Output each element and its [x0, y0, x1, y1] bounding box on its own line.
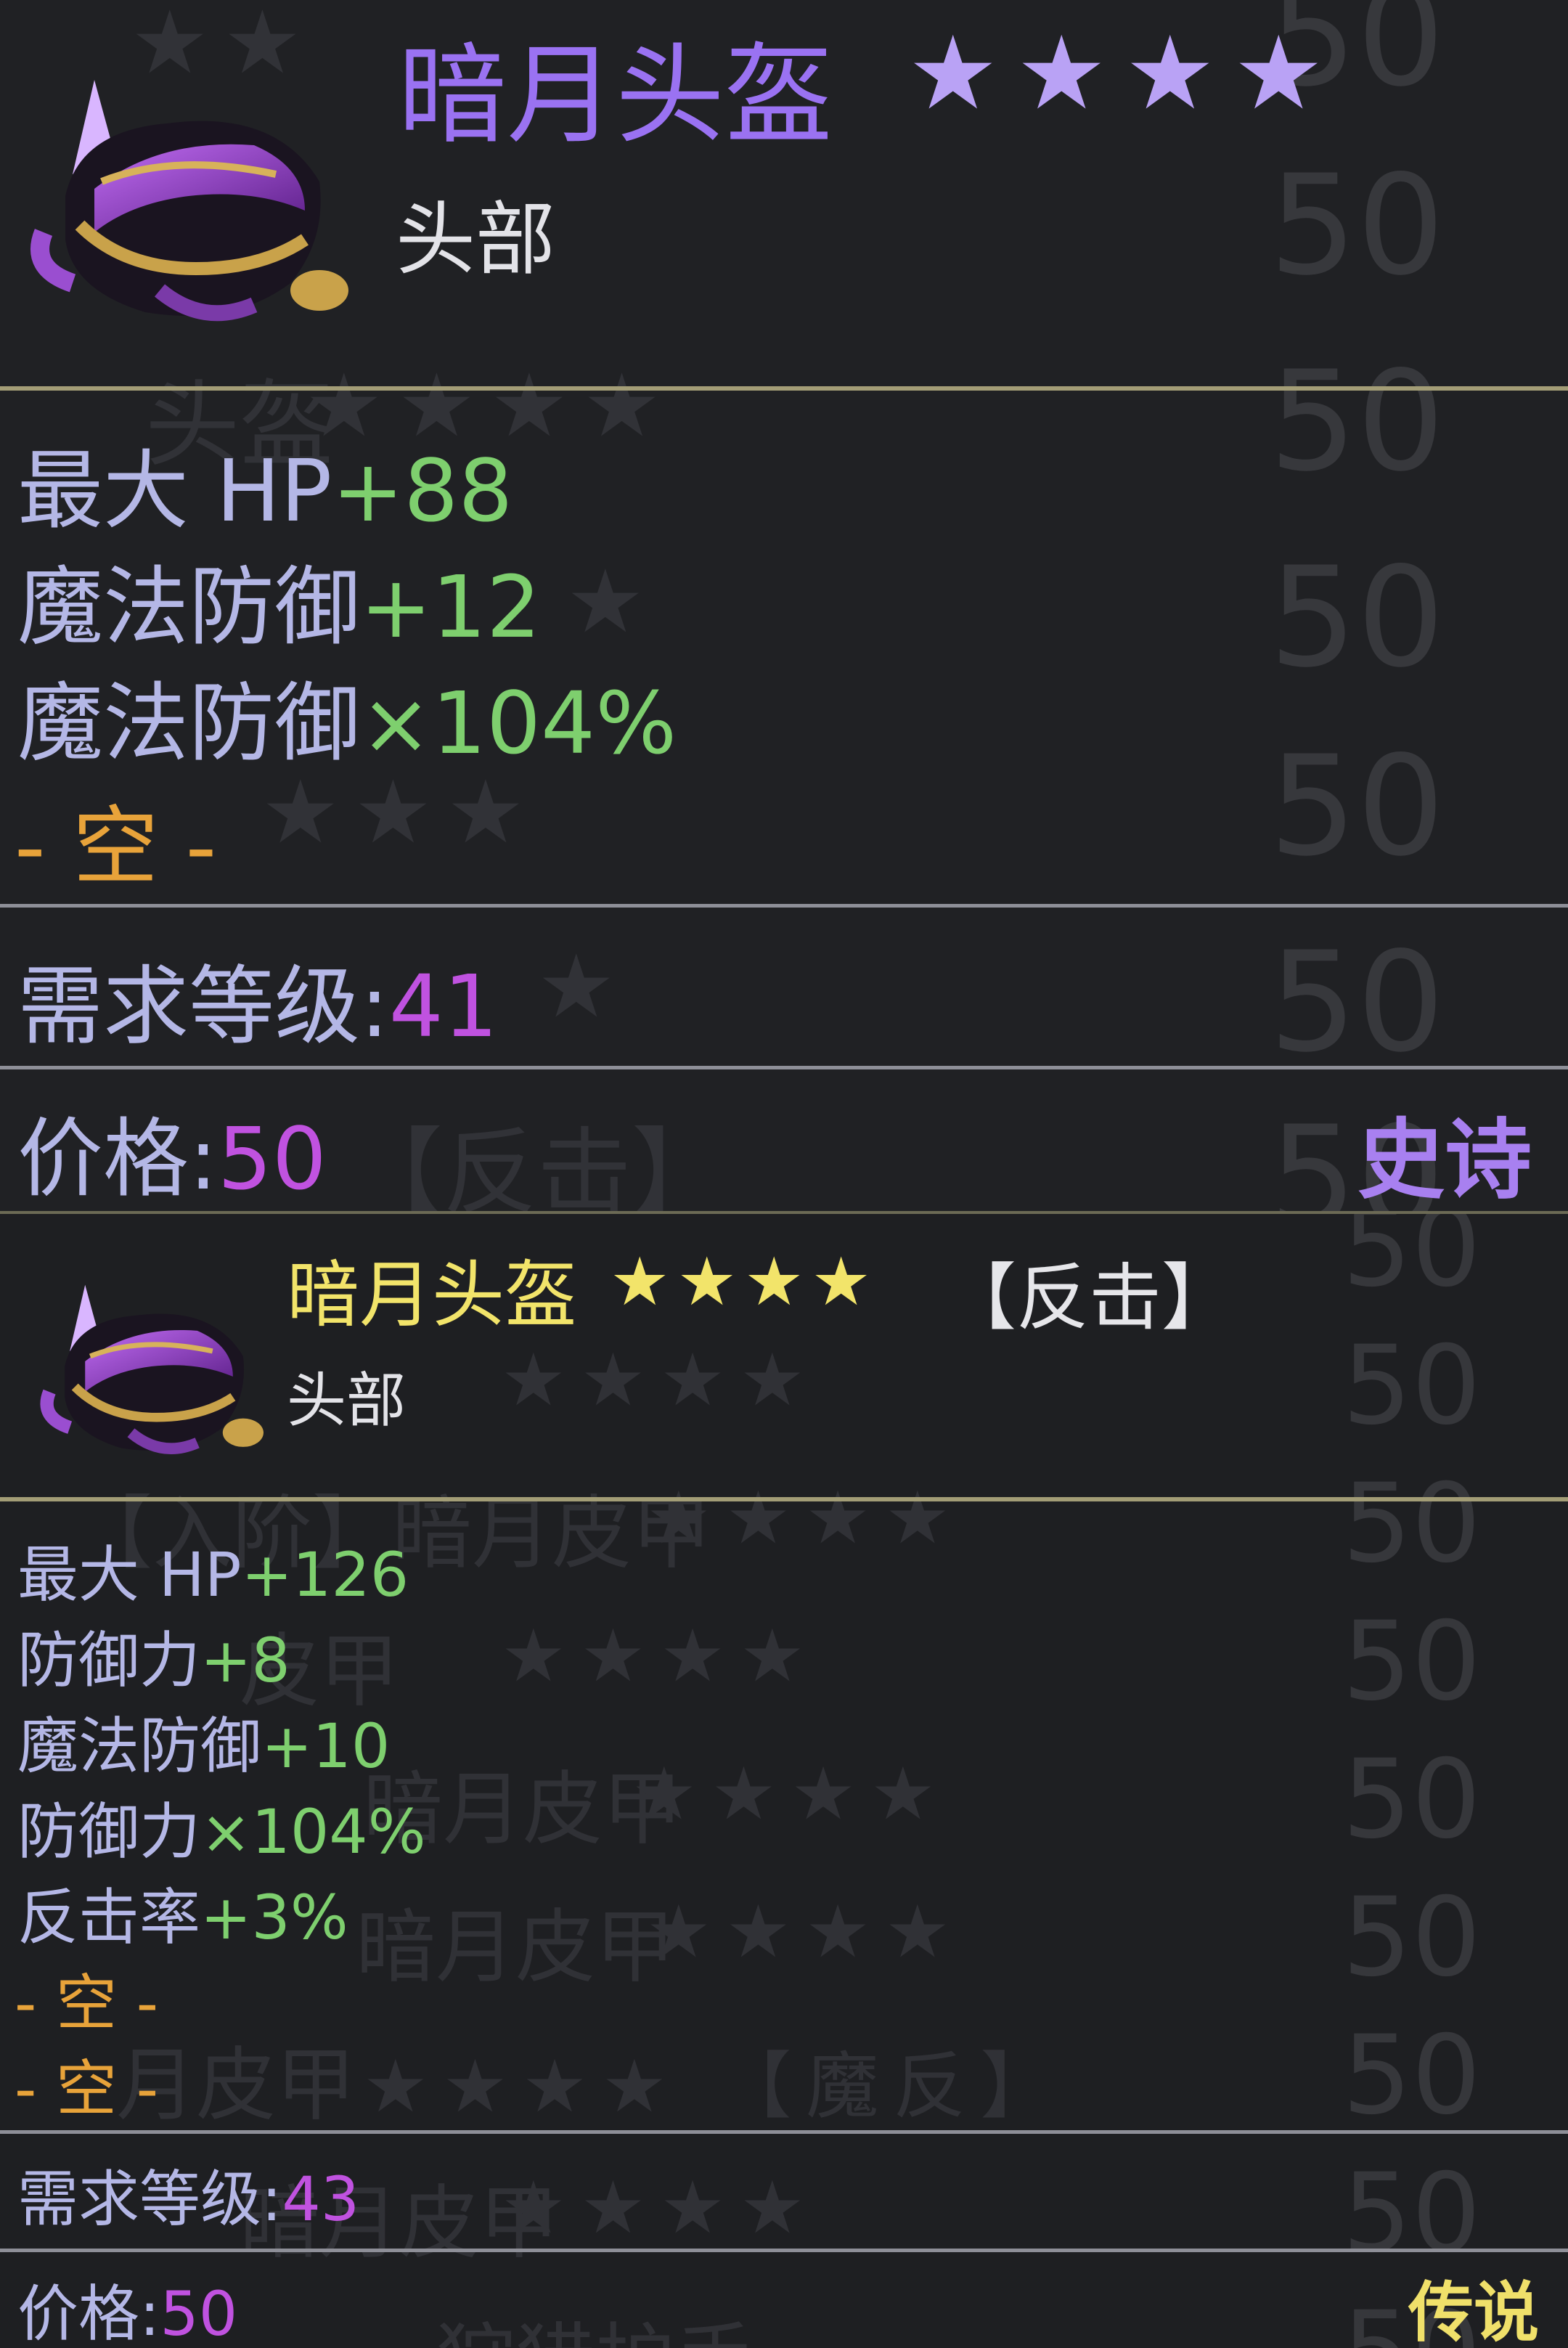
bg-list-price: 50: [1342, 2151, 1481, 2277]
price-value: 50: [217, 1109, 327, 1209]
bg-list-name: 狩猎护手: [436, 2296, 755, 2348]
stat-line: 最大 HP+88: [17, 421, 513, 545]
bg-list-stars: ★★★★: [646, 1889, 965, 1974]
stat-line: 反击率+3%: [17, 1869, 348, 1957]
item-tooltip-epic: ★★ 50 50 头盔 ★★★★ 50 ★ 50 50 ★★★ ★ 50 【反击…: [0, 0, 1568, 1211]
stat-value: +12: [360, 557, 542, 657]
bg-list-name: 暗月皮甲: [356, 1901, 675, 1994]
footer-divider: [0, 1066, 1568, 1069]
required-level-label: 需求等级:: [17, 956, 389, 1056]
bg-list-price: 50: [1269, 537, 1445, 698]
bg-list-price: 50: [1269, 145, 1445, 306]
helmet-icon: [15, 51, 356, 341]
bg-list-price: 50: [1342, 1737, 1481, 1863]
price-value: 50: [160, 2278, 238, 2348]
stat-label: 最大 HP: [17, 1539, 242, 1610]
stat-line: 防御力×104%: [17, 1783, 426, 1871]
stat-value: ×104%: [200, 1796, 426, 1867]
empty-socket: - 空 -: [15, 796, 217, 897]
stat-line: 最大 HP+126: [17, 1526, 409, 1614]
stat-value: +88: [332, 441, 513, 541]
star-rating: ★★★★: [907, 15, 1342, 133]
required-level-value: 43: [282, 2164, 360, 2235]
item-tooltip-legendary: 50 ★★★★ 50 【入阶】暗月皮甲 ★★★★ 50 皮甲 ★★★★ 50 暗…: [0, 1211, 1568, 2348]
stat-label: 魔法防御: [17, 1711, 262, 1782]
bg-list-price: 50: [1269, 922, 1445, 1083]
stats-divider: [0, 2130, 1568, 2134]
bg-list-price: 50: [1342, 1461, 1481, 1587]
bg-list-name: 【反击】: [348, 1117, 727, 1211]
bg-list-stars: ★★★★: [501, 1337, 820, 1422]
bg-list-price: 50: [1342, 1875, 1481, 2001]
bg-list-stars: ★★★★: [501, 1613, 820, 1698]
empty-socket: - 空 -: [15, 1968, 159, 2039]
bg-list-price: 50: [1342, 1599, 1481, 1725]
price-label: 价格:: [17, 1109, 218, 1209]
bg-list-stars: ★: [566, 552, 659, 653]
stat-line: 魔法防御×104%: [17, 653, 677, 778]
bg-list-price: 50: [1342, 1211, 1481, 1311]
stat-line: 魔法防御+10: [17, 1697, 390, 1785]
header-divider: [0, 1497, 1568, 1501]
rarity-label: 史诗: [1357, 1110, 1532, 1211]
stat-label: 反击率: [17, 1882, 201, 1953]
bg-list-stars: ★★★★: [632, 1751, 950, 1836]
stat-label: 防御力: [17, 1796, 201, 1867]
item-name: 暗月头盔: [398, 33, 834, 159]
bg-list-price: 50: [1342, 1323, 1481, 1449]
required-level: 需求等级:43: [17, 2151, 359, 2238]
price: 价格:50: [17, 2265, 237, 2348]
required-level-label: 需求等级:: [17, 2164, 282, 2235]
price: 价格:50: [17, 1089, 327, 1211]
item-tag: 【反击】: [944, 1255, 1234, 1340]
stat-value: +10: [261, 1711, 391, 1782]
bg-list-stars: ★★★★: [501, 2165, 820, 2250]
stat-label: 魔法防御: [17, 557, 361, 657]
bg-list-stars: ★: [537, 937, 630, 1038]
bg-list-row: 月皮甲 ★★★★ 【魔反】 50: [0, 2013, 1568, 2139]
stat-value: ×104%: [360, 673, 677, 773]
bg-list-price: 50: [1269, 341, 1445, 502]
item-slot-type: 头部: [396, 193, 555, 286]
rarity-label: 传说: [1408, 2275, 1539, 2348]
stat-line: 魔法防御+12: [17, 537, 541, 661]
stat-value: +8: [200, 1625, 290, 1696]
stat-label: 最大 HP: [17, 441, 332, 541]
item-name: 暗月头盔: [287, 1252, 577, 1337]
stat-value: +3%: [200, 1882, 348, 1953]
stat-label: 防御力: [17, 1625, 201, 1696]
required-level-value: 41: [388, 956, 498, 1056]
star-rating: ★★★★: [610, 1243, 878, 1321]
stat-label: 魔法防御: [17, 673, 361, 773]
bg-list-price: 50: [1342, 2013, 1481, 2139]
empty-socket: - 空 -: [15, 2053, 159, 2124]
bg-list-stars: ★★★★ 【魔反】: [363, 2044, 1068, 2129]
stat-line: 防御力+8: [17, 1612, 290, 1700]
header-divider: [0, 386, 1568, 391]
stat-value: +126: [241, 1539, 409, 1610]
stats-divider: [0, 904, 1568, 908]
item-slot-type: 头部: [287, 1366, 407, 1435]
helmet-icon: [29, 1257, 269, 1475]
bg-list-stars: ★★★★: [646, 1475, 965, 1560]
footer-divider: [0, 2249, 1568, 2252]
price-label: 价格:: [17, 2278, 160, 2348]
required-level: 需求等级:41: [17, 937, 498, 1061]
